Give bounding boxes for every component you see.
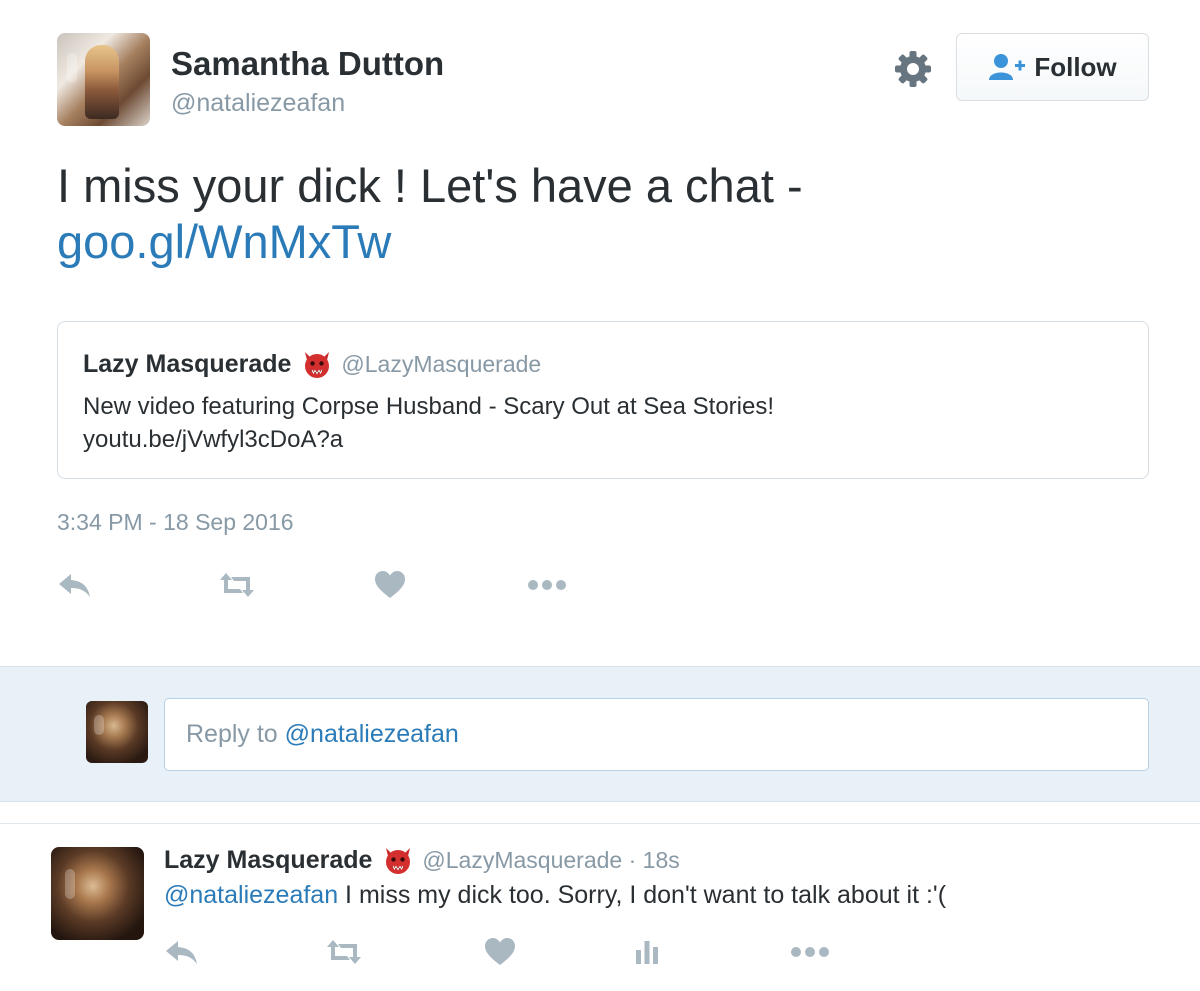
- author-handle[interactable]: @nataliezeafan: [171, 89, 345, 118]
- reply-author-name[interactable]: Lazy Masquerade: [164, 846, 372, 875]
- reply-icon[interactable]: [57, 565, 93, 605]
- follow-button[interactable]: Follow: [956, 33, 1149, 101]
- follow-label: Follow: [1034, 51, 1117, 82]
- author-avatar[interactable]: [57, 33, 150, 126]
- tweet-text-line: I miss your dick ! Let's have a chat -: [57, 159, 803, 212]
- more-icon[interactable]: [527, 565, 567, 605]
- gear-icon[interactable]: [893, 49, 933, 89]
- reply-placeholder-mention: @nataliezeafan: [284, 720, 459, 748]
- follow-user-icon: [989, 54, 1026, 80]
- devil-emoji-icon: [386, 848, 411, 874]
- main-tweet: Samantha Dutton @nataliezeafan Follow I …: [0, 0, 1200, 666]
- author-name[interactable]: Samantha Dutton: [171, 45, 444, 83]
- retweet-icon[interactable]: [218, 565, 256, 605]
- reply-author-avatar[interactable]: [51, 847, 144, 940]
- reply-placeholder-prefix: Reply to: [186, 720, 285, 748]
- reply-text: I miss my dick too. Sorry, I don't want …: [338, 881, 947, 909]
- quote-link: youtu.be/jVwfyl3cDoA?a: [83, 426, 344, 453]
- reply-header: Lazy Masquerade @LazyMasquerade · 18s: [164, 844, 680, 876]
- tweet-link[interactable]: goo.gl/WnMxTw: [57, 214, 1147, 270]
- reply-icon[interactable]: [164, 934, 200, 970]
- reply-tweet[interactable]: Lazy Masquerade @LazyMasquerade · 18s @n…: [0, 823, 1200, 991]
- reply-author-handle-time[interactable]: @LazyMasquerade · 18s: [422, 847, 679, 874]
- analytics-icon[interactable]: [634, 934, 660, 970]
- like-icon[interactable]: [484, 934, 516, 970]
- like-icon[interactable]: [374, 565, 406, 605]
- quote-text: New video featuring Corpse Husband - Sca…: [83, 393, 775, 420]
- reply-input[interactable]: Reply to @nataliezeafan: [164, 698, 1149, 771]
- quote-header: Lazy Masquerade @LazyMasquerade: [83, 348, 541, 380]
- reply-body: @nataliezeafan I miss my dick too. Sorry…: [164, 881, 946, 910]
- tweet-timestamp[interactable]: 3:34 PM - 18 Sep 2016: [57, 509, 294, 536]
- reply-mention[interactable]: @nataliezeafan: [164, 881, 338, 909]
- quoted-tweet[interactable]: Lazy Masquerade @LazyMasquerade New vide…: [57, 321, 1149, 479]
- devil-emoji-icon: [305, 352, 330, 378]
- quote-author-handle[interactable]: @LazyMasquerade: [341, 351, 541, 378]
- more-icon[interactable]: [790, 934, 830, 970]
- tweet-text: I miss your dick ! Let's have a chat - g…: [57, 158, 1147, 270]
- quote-author-name[interactable]: Lazy Masquerade: [83, 350, 291, 379]
- current-user-avatar: [86, 701, 148, 763]
- reply-placeholder: Reply to @nataliezeafan: [186, 720, 459, 749]
- retweet-icon[interactable]: [325, 934, 363, 970]
- quote-body: New video featuring Corpse Husband - Sca…: [83, 390, 774, 456]
- reply-composer: Reply to @nataliezeafan: [0, 666, 1200, 802]
